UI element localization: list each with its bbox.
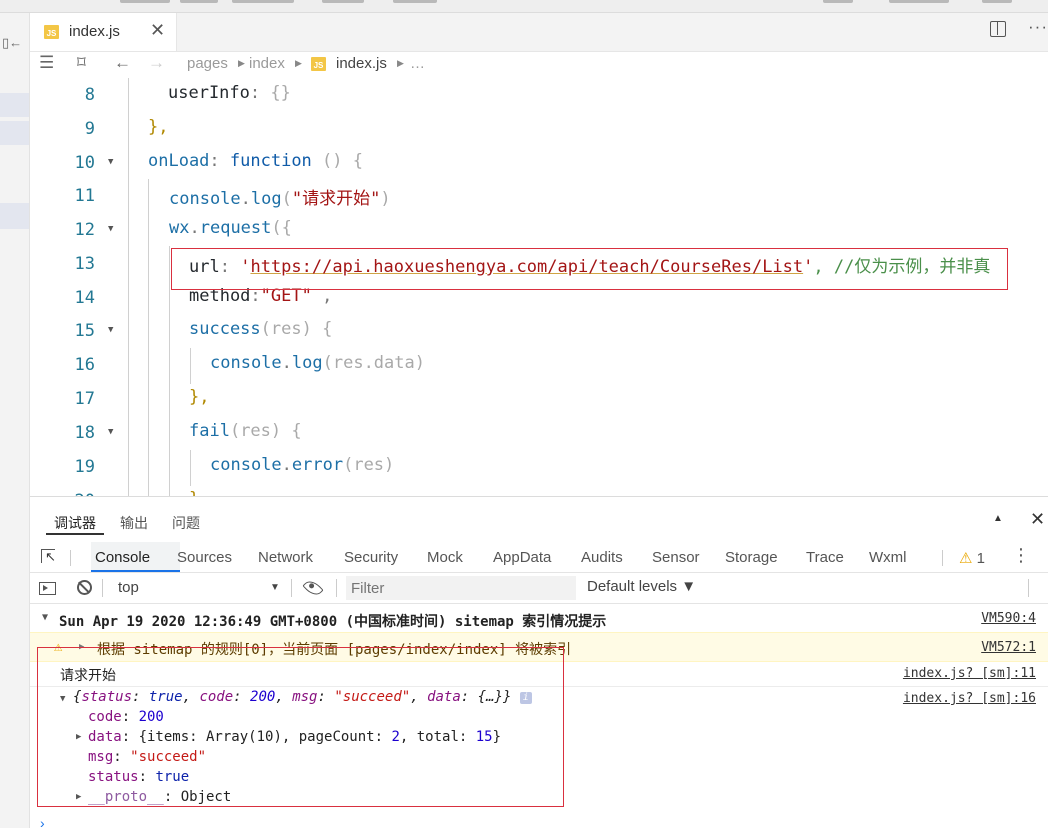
context-selector[interactable]: top ▼ xyxy=(110,576,286,598)
filter-input[interactable] xyxy=(346,576,576,600)
maximize-panel-icon[interactable]: ▲ xyxy=(993,513,1003,524)
js-file-icon: JS xyxy=(311,57,326,71)
split-editor-icon[interactable] xyxy=(990,21,1006,37)
fold-chevron-icon[interactable]: ▼ xyxy=(108,224,113,234)
devtools-panel: 调试器 输出 问题 ▲ ✕ Console Sources Network Se… xyxy=(30,496,1048,831)
breadcrumb-item-file[interactable]: index.js xyxy=(336,55,387,72)
breadcrumb: ☰ ⌑ ← → pages ▶ index ▶ JS index.js ▶ … xyxy=(30,52,1048,78)
breadcrumb-item-index[interactable]: index xyxy=(249,55,285,72)
chevron-right-icon: ▶ xyxy=(295,58,302,68)
dropdown-arrow-icon: ▼ xyxy=(270,582,280,593)
code-line: 11 console.log("请求开始") xyxy=(74,186,391,209)
code-line: 17 }, xyxy=(74,387,210,409)
code-line: 16 console.log(res.data) xyxy=(74,353,425,375)
code-line: 9 }, xyxy=(84,117,169,139)
fold-chevron-icon[interactable]: ▼ xyxy=(108,325,113,335)
console-toolbar: top ▼ Default levels ▼ ⋮ xyxy=(30,573,1048,604)
code-line: 15 ▼ success(res) { xyxy=(74,319,333,341)
log-levels-dropdown[interactable]: Default levels ▼ xyxy=(587,578,696,595)
chevron-right-icon: ▶ xyxy=(238,58,245,68)
fold-chevron-icon[interactable]: ▼ xyxy=(108,157,113,167)
devtools-top-tabs: 调试器 输出 问题 ▲ ✕ xyxy=(30,497,1048,541)
chevron-right-icon: ▶ xyxy=(397,58,404,68)
divider xyxy=(70,550,71,566)
explorer-selected-row[interactable] xyxy=(0,203,29,229)
tab-trace[interactable]: Trace xyxy=(806,549,844,566)
explorer-selected-row[interactable] xyxy=(0,121,29,145)
clear-console-icon[interactable] xyxy=(77,580,92,595)
divider xyxy=(336,579,337,597)
forward-arrow-icon[interactable]: → xyxy=(148,53,165,73)
warning-icon: ⚠ xyxy=(959,550,973,567)
source-link[interactable]: index.js? [sm]:11 xyxy=(903,666,1036,681)
tab-index-js[interactable]: JS index.js ✕ xyxy=(30,13,177,51)
code-line: 12 ▼ wx.request({ xyxy=(74,218,292,240)
tab-audits[interactable]: Audits xyxy=(581,549,623,566)
tab-console[interactable]: Console xyxy=(95,549,150,566)
tab-mock[interactable]: Mock xyxy=(427,549,463,566)
divider xyxy=(942,550,943,566)
collapse-sidebar-icon[interactable]: ▯← xyxy=(2,35,22,51)
back-arrow-icon[interactable]: ← xyxy=(114,53,131,73)
code-line: 10 ▼ onLoad: function () { xyxy=(74,151,363,173)
console-panel-tabs: Console Sources Network Security Mock Ap… xyxy=(30,542,1048,573)
collapse-triangle-icon[interactable]: ▼ xyxy=(42,612,48,623)
inspect-element-icon[interactable] xyxy=(41,549,56,563)
editor-tab-bar: JS index.js ✕ ··· xyxy=(30,13,1048,52)
warning-counter[interactable]: ⚠ 1 xyxy=(959,549,985,567)
code-line: 19 console.error(res) xyxy=(74,455,395,477)
explorer-selected-row[interactable] xyxy=(0,93,29,117)
source-link[interactable]: VM572:1 xyxy=(981,640,1036,655)
breadcrumb-item-more[interactable]: … xyxy=(410,55,425,72)
divider xyxy=(1028,579,1029,597)
show-sidebar-icon[interactable] xyxy=(39,582,56,595)
tab-security[interactable]: Security xyxy=(344,549,398,566)
tab-output[interactable]: 输出 xyxy=(120,513,148,533)
close-icon[interactable]: ✕ xyxy=(1030,509,1045,530)
list-icon[interactable]: ☰ xyxy=(39,53,54,73)
tab-network[interactable]: Network xyxy=(258,549,313,566)
eye-icon[interactable] xyxy=(302,577,324,599)
tab-label: index.js xyxy=(69,23,120,40)
tab-debugger[interactable]: 调试器 xyxy=(54,513,96,533)
bookmark-icon[interactable]: ⌑ xyxy=(77,53,86,73)
divider xyxy=(291,579,292,597)
code-line: 18 ▼ fail(res) { xyxy=(74,421,302,443)
more-actions-icon[interactable]: ··· xyxy=(1028,17,1048,37)
breadcrumb-item-pages[interactable]: pages xyxy=(187,55,228,72)
highlight-box-console xyxy=(37,647,564,807)
close-icon[interactable]: ✕ xyxy=(150,20,165,41)
tab-appdata[interactable]: AppData xyxy=(493,549,551,566)
code-line: 8 userInfo: {} xyxy=(84,83,291,105)
tab-problems[interactable]: 问题 xyxy=(172,513,200,533)
tab-sensor[interactable]: Sensor xyxy=(652,549,700,566)
fold-chevron-icon[interactable]: ▼ xyxy=(108,427,113,437)
tab-sources[interactable]: Sources xyxy=(177,549,232,566)
js-file-icon: JS xyxy=(44,25,59,39)
tab-storage[interactable]: Storage xyxy=(725,549,778,566)
console-group-header[interactable]: ▼ Sun Apr 19 2020 12:36:49 GMT+0800 (中国标… xyxy=(30,606,1048,633)
gear-icon[interactable]: ⋮ xyxy=(1042,577,1048,594)
active-tab-underline xyxy=(46,533,104,535)
divider xyxy=(102,579,103,597)
source-link[interactable]: VM590:4 xyxy=(981,611,1036,626)
tab-wxml[interactable]: Wxml xyxy=(869,549,907,566)
highlight-box-url xyxy=(171,248,1008,290)
console-prompt[interactable]: › xyxy=(40,815,45,831)
code-line: 20 } xyxy=(30,484,1048,496)
file-explorer-strip: ▯← xyxy=(0,13,30,828)
more-vertical-icon[interactable]: ⋮ xyxy=(1012,545,1030,566)
window-menu-strip xyxy=(0,0,1048,13)
source-link[interactable]: index.js? [sm]:16 xyxy=(903,691,1036,706)
